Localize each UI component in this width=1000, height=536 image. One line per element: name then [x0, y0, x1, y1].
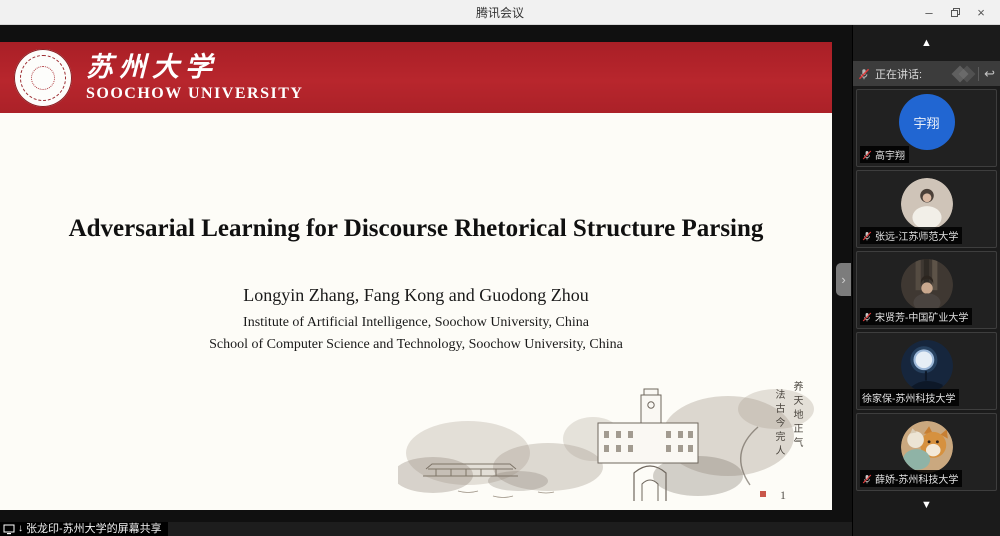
- soochow-seal-logo: [14, 49, 72, 107]
- mic-muted-icon: [862, 312, 872, 322]
- status-bar: ↓ 张龙印-苏州大学的屏幕共享: [0, 522, 852, 536]
- painter-seal: [760, 491, 766, 497]
- mic-muted-icon: [862, 150, 872, 160]
- university-name-zh: 苏州大学: [86, 52, 303, 82]
- participant-name-chip: 薛娇-苏州科技大学: [860, 470, 962, 487]
- participants-panel: ▲ 正在讲话: ↩: [852, 25, 1000, 536]
- speaker-avatars-fading: [954, 68, 973, 80]
- speaking-label: 正在讲话:: [875, 66, 922, 82]
- minimize-button[interactable]: –: [916, 0, 942, 25]
- presentation-slide: Adversarial Learning for Discourse Rheto…: [0, 113, 832, 510]
- avatar-photo: [901, 421, 953, 473]
- tencent-meeting-window: 腾讯会议 – × 苏州大学 SOOCHOW: [0, 0, 1000, 536]
- affiliation-line-2: School of Computer Science and Technolog…: [0, 337, 832, 353]
- avatar-photo-graphic: [901, 259, 953, 311]
- panel-collapse-handle[interactable]: ›: [836, 263, 851, 296]
- avatar-photo: [901, 259, 953, 311]
- screen-share-view: 苏州大学 SOOCHOW UNIVERSITY Adversarial Lear…: [0, 25, 852, 536]
- mic-muted-icon: [862, 231, 872, 241]
- mic-muted-icon: [858, 68, 870, 80]
- download-arrow-icon: ↓: [18, 522, 23, 536]
- window-title: 腾讯会议: [476, 4, 524, 21]
- avatar-initials: 宇翔: [913, 113, 939, 132]
- participant-name-chip: 宋贤芳-中国矿业大学: [860, 308, 972, 325]
- scroll-down-button[interactable]: ▼: [853, 494, 1000, 516]
- ink-painting-graphic: [398, 381, 818, 507]
- chevron-right-icon: ›: [841, 272, 845, 287]
- scroll-down-icon: ▼: [921, 499, 932, 511]
- main-area: 苏州大学 SOOCHOW UNIVERSITY Adversarial Lear…: [0, 25, 1000, 536]
- slide-header-banner: 苏州大学 SOOCHOW UNIVERSITY: [0, 42, 832, 113]
- avatar-photo: [901, 340, 953, 392]
- participant-tile[interactable]: 薛娇-苏州科技大学: [856, 413, 997, 491]
- screen-share-icon: [3, 524, 15, 535]
- affiliation-line-1: Institute of Artificial Intelligence, So…: [0, 315, 832, 331]
- participant-name-chip: 张远-江苏师范大学: [860, 227, 962, 244]
- avatar-photo-graphic: [901, 421, 953, 473]
- motto-left-column: 法古今完人: [771, 389, 786, 459]
- screen-share-indicator: ↓ 张龙印-苏州大学的屏幕共享: [0, 522, 168, 536]
- participant-tile[interactable]: 宋贤芳-中国矿业大学: [856, 251, 997, 329]
- authors-line: Longyin Zhang, Fang Kong and Guodong Zho…: [0, 285, 832, 306]
- mic-muted-icon: [862, 474, 872, 484]
- slide-page-number: 1: [780, 488, 786, 503]
- speaking-bar: 正在讲话: ↩: [853, 61, 1000, 86]
- window-controls: – ×: [916, 0, 994, 25]
- seal-core: [31, 66, 55, 90]
- participant-tile[interactable]: 宇翔 高宇翔: [856, 89, 997, 167]
- participant-name: 宋贤芳-中国矿业大学: [875, 309, 968, 324]
- avatar-photo: [901, 178, 953, 230]
- restore-icon: [950, 7, 961, 18]
- participant-tile[interactable]: 徐家保-苏州科技大学: [856, 332, 997, 410]
- titlebar: 腾讯会议 – ×: [0, 0, 1000, 25]
- close-button[interactable]: ×: [968, 0, 994, 25]
- avatar-initials-circle: 宇翔: [899, 94, 955, 150]
- campus-ink-painting: 养天地正气 法古今完人 1: [398, 381, 818, 507]
- divider: [978, 67, 979, 81]
- authors-block: Longyin Zhang, Fang Kong and Guodong Zho…: [0, 285, 832, 359]
- participant-list: 宇翔 高宇翔: [853, 86, 1000, 494]
- participant-name: 徐家保-苏州科技大学: [862, 390, 955, 405]
- participant-name: 张远-江苏师范大学: [875, 228, 958, 243]
- scroll-up-button[interactable]: ▲: [853, 25, 1000, 61]
- participant-name: 薛娇-苏州科技大学: [875, 471, 958, 486]
- share-label: 张龙印-苏州大学的屏幕共享: [26, 522, 162, 536]
- motto-right-column: 养天地正气: [789, 381, 804, 451]
- restore-button[interactable]: [942, 0, 968, 25]
- university-name-en: SOOCHOW UNIVERSITY: [86, 85, 303, 103]
- back-arrow-icon[interactable]: ↩: [984, 66, 995, 82]
- participant-name: 高宇翔: [875, 147, 905, 162]
- participant-name-chip: 高宇翔: [860, 146, 909, 163]
- slide-title: Adversarial Learning for Discourse Rheto…: [0, 215, 832, 243]
- scroll-up-icon: ▲: [921, 37, 932, 49]
- participant-tile[interactable]: 张远-江苏师范大学: [856, 170, 997, 248]
- university-name-block: 苏州大学 SOOCHOW UNIVERSITY: [86, 52, 303, 103]
- participant-name-chip: 徐家保-苏州科技大学: [860, 389, 959, 406]
- avatar-photo-graphic: [901, 340, 953, 392]
- avatar-photo-graphic: [901, 178, 953, 230]
